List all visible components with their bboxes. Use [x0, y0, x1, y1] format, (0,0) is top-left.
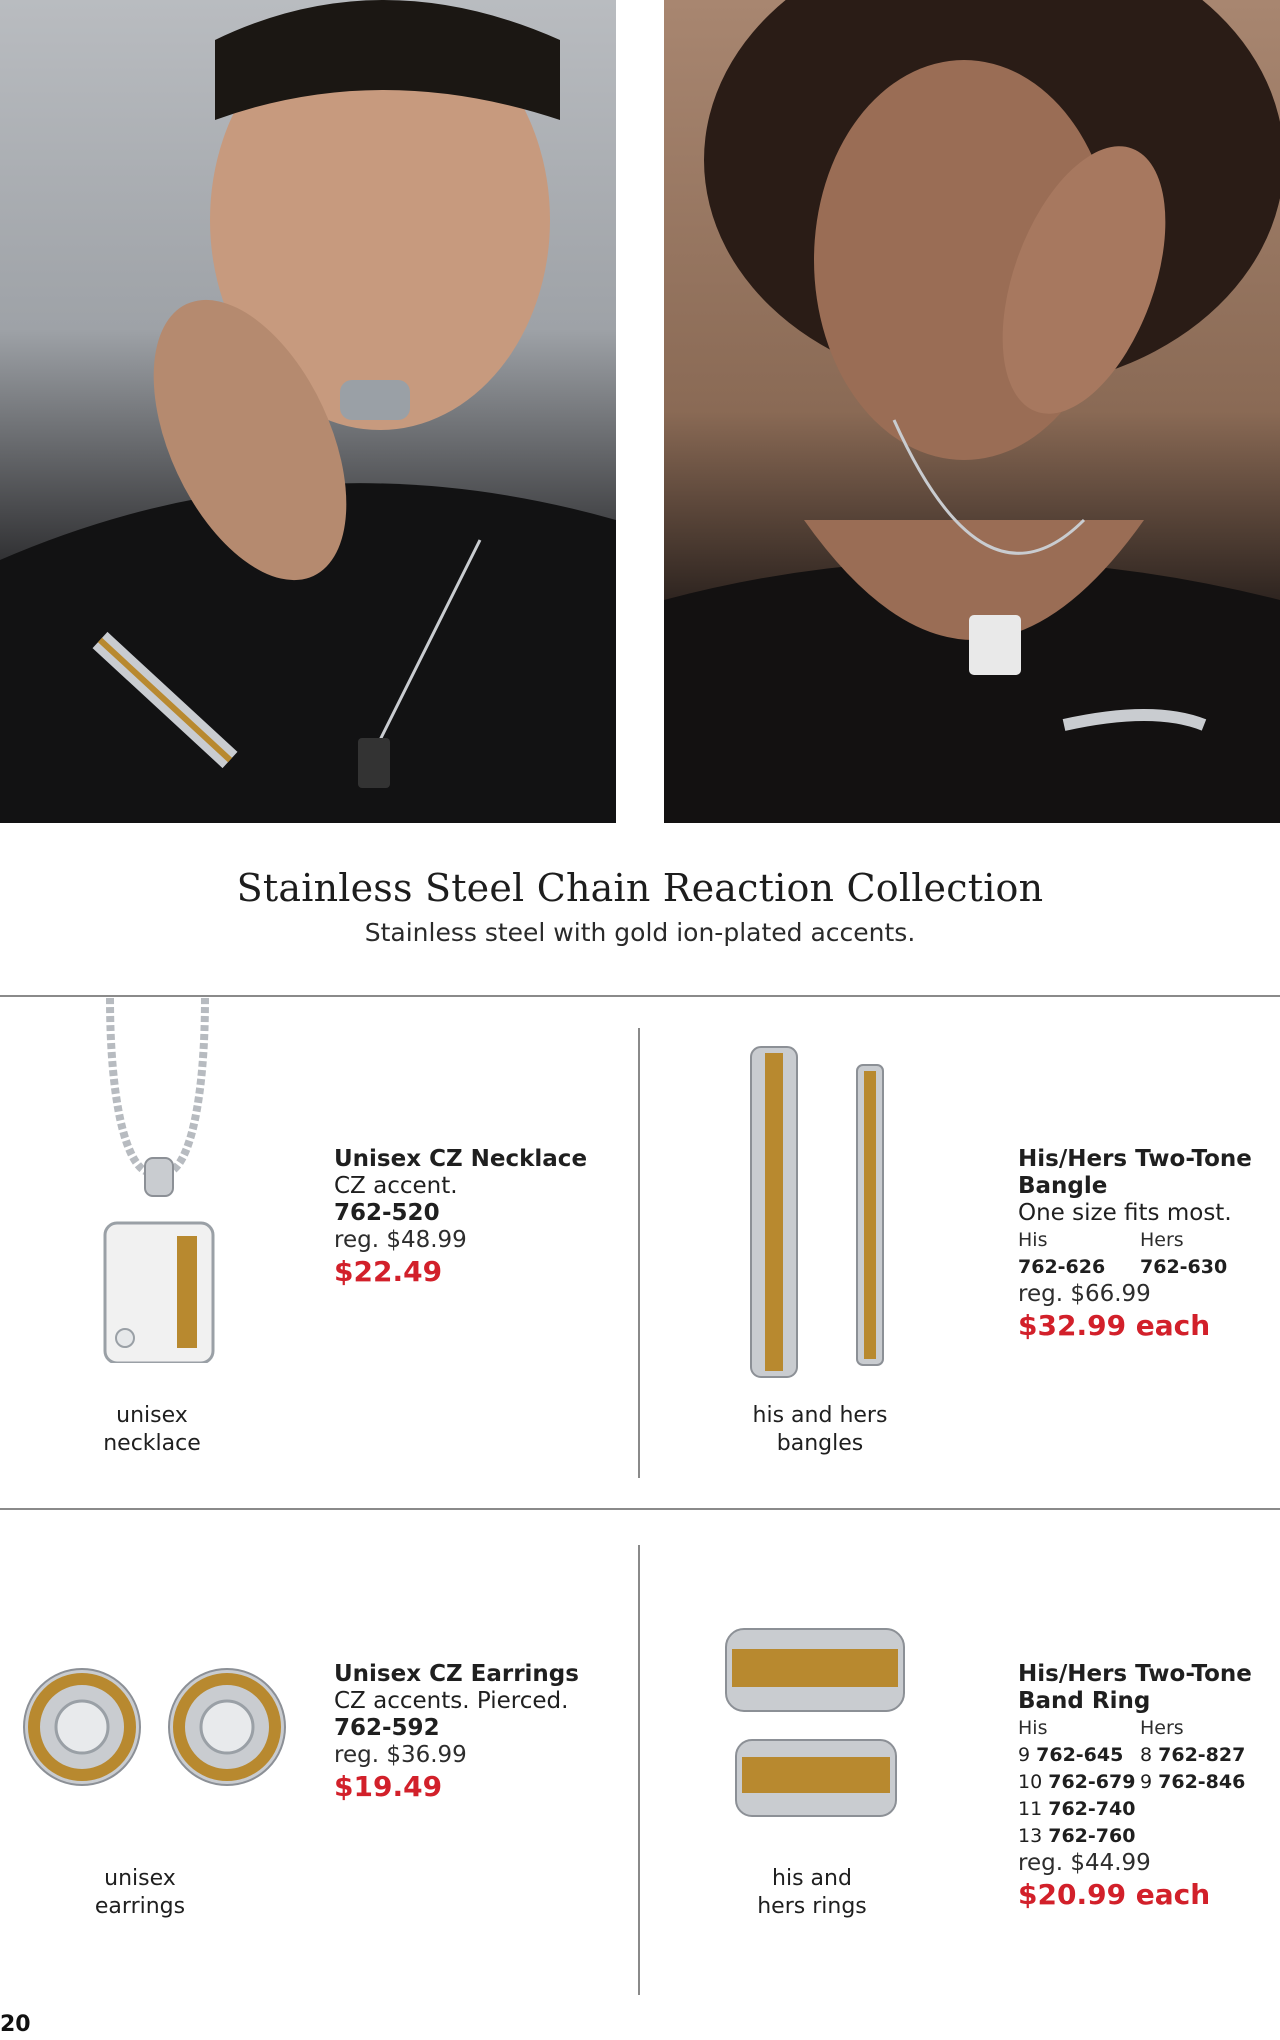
- regular-price: reg. $44.99: [1018, 1850, 1151, 1876]
- sale-price: $20.99 each: [1018, 1878, 1211, 1911]
- ring-size: 11: [1018, 1798, 1043, 1820]
- product-name-line1: His/Hers Two-Tone: [1018, 1146, 1252, 1172]
- hers-size-row: 9 762-846: [1140, 1769, 1262, 1796]
- necklace-details: Unisex CZ Necklace CZ accent. 762-520 re…: [334, 1146, 624, 1290]
- caption-line: hers rings: [757, 1894, 867, 1919]
- product-desc: CZ accent.: [334, 1173, 458, 1199]
- hers-label: Hers: [1140, 1717, 1184, 1739]
- sale-price: $32.99 each: [1018, 1309, 1211, 1342]
- ring-details: His/Hers Two-Tone Band Ring His Hers 9 7…: [1018, 1661, 1278, 1913]
- his-size-row: 10 762-679: [1018, 1769, 1140, 1796]
- earrings-image: [22, 1662, 287, 1792]
- bangle-details: His/Hers Two-Tone Bangle One size fits m…: [1018, 1146, 1278, 1344]
- hero-photo-man: [0, 0, 616, 823]
- earrings-details: Unisex CZ Earrings CZ accents. Pierced. …: [334, 1661, 624, 1805]
- bangle-item-table: His Hers 762-626 762-630: [1018, 1227, 1278, 1281]
- hero-photo-woman: [664, 0, 1280, 823]
- ring-size: 9: [1140, 1771, 1153, 1793]
- ring-size: 8: [1140, 1744, 1153, 1766]
- bangles-image: [745, 1045, 895, 1380]
- empty-cell: [1140, 1823, 1262, 1850]
- page-title: Stainless Steel Chain Reaction Collectio…: [236, 866, 1044, 910]
- caption-line: earrings: [94, 1894, 186, 1919]
- product-name-line2: Band Ring: [1018, 1688, 1151, 1714]
- caption-line: bangles: [776, 1431, 864, 1456]
- his-label: His: [1018, 1229, 1048, 1251]
- caption-line: unisex: [104, 1866, 176, 1891]
- sale-price: $22.49: [334, 1255, 443, 1288]
- item-number: 762-846: [1158, 1771, 1246, 1793]
- item-number: 762-760: [1048, 1825, 1136, 1847]
- item-number: 762-645: [1036, 1744, 1124, 1766]
- ring-size: 13: [1018, 1825, 1043, 1847]
- divider-middle: [0, 1508, 1280, 1510]
- sale-price: $19.49: [334, 1770, 443, 1803]
- earrings-caption: unisex earrings: [60, 1865, 220, 1921]
- divider-vertical-upper: [638, 1028, 640, 1478]
- bangles-caption: his and hers bangles: [720, 1402, 920, 1458]
- divider-vertical-lower: [638, 1545, 640, 1995]
- his-size-row: 11 762-740: [1018, 1796, 1140, 1823]
- rings-caption: his and hers rings: [722, 1865, 902, 1921]
- item-number: 762-679: [1048, 1771, 1136, 1793]
- collection-header: Stainless Steel Chain Reaction Collectio…: [0, 866, 1280, 947]
- ring-size: 9: [1018, 1744, 1031, 1766]
- product-name-line2: Bangle: [1018, 1173, 1108, 1199]
- product-name-line1: His/Hers Two-Tone: [1018, 1661, 1252, 1687]
- his-label: His: [1018, 1717, 1048, 1739]
- item-number: 762-827: [1158, 1744, 1246, 1766]
- his-size-row: 9 762-645: [1018, 1742, 1140, 1769]
- page-subtitle: Stainless steel with gold ion-plated acc…: [364, 918, 916, 947]
- product-desc: One size fits most.: [1018, 1200, 1232, 1226]
- hers-size-row: 8 762-827: [1140, 1742, 1262, 1769]
- product-name: Unisex CZ Necklace: [334, 1146, 588, 1172]
- ring-size: 10: [1018, 1771, 1043, 1793]
- regular-price: reg. $66.99: [1018, 1281, 1151, 1307]
- ring-item-table: His Hers 9 762-645 8 762-827 10 762-679 …: [1018, 1715, 1278, 1850]
- caption-line: his and: [772, 1866, 852, 1891]
- product-desc: CZ accents. Pierced.: [334, 1688, 569, 1714]
- caption-line: necklace: [103, 1431, 201, 1456]
- caption-line: his and hers: [752, 1403, 888, 1428]
- rings-image: [722, 1625, 907, 1820]
- necklace-caption: unisex necklace: [72, 1402, 232, 1458]
- hers-label: Hers: [1140, 1229, 1184, 1251]
- regular-price: reg. $48.99: [334, 1227, 467, 1253]
- item-number: 762-740: [1048, 1798, 1136, 1820]
- item-number: 762-592: [334, 1715, 440, 1741]
- divider-top: [0, 995, 1280, 997]
- page-number: 20: [0, 2012, 31, 2037]
- product-name: Unisex CZ Earrings: [334, 1661, 579, 1687]
- empty-cell: [1140, 1796, 1262, 1823]
- caption-line: unisex: [116, 1403, 188, 1428]
- regular-price: reg. $36.99: [334, 1742, 467, 1768]
- item-number: 762-520: [334, 1200, 440, 1226]
- necklace-image: [95, 998, 225, 1363]
- his-item-number: 762-626: [1018, 1256, 1106, 1278]
- hers-item-number: 762-630: [1140, 1256, 1228, 1278]
- his-size-row: 13 762-760: [1018, 1823, 1140, 1850]
